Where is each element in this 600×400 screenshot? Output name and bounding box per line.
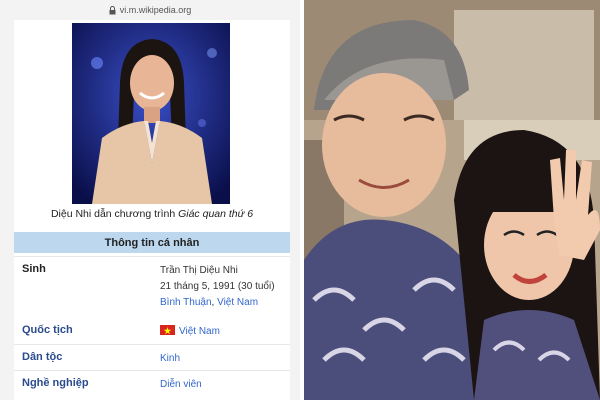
ethnicity-link[interactable]: Kinh [160,351,180,367]
image-caption: Diệu Nhi dẫn chương trình Giác quan thứ … [14,208,290,220]
birth-date: 21 tháng 5, 1991 (30 tuổi) [160,281,275,292]
birth-place-country-link[interactable]: Việt Nam [217,297,258,308]
url-text: vi.m.wikipedia.org [119,5,192,15]
row-label-born: Sinh [22,263,46,275]
wikipedia-screenshot-panel: vi.m.wikipedia.org Diệu Nhi dẫn chương t… [0,0,300,400]
birth-name: Trần Thị Diệu Nhi [160,265,238,276]
caption-text: Diệu Nhi dẫn chương trình [50,208,179,220]
nationality-link[interactable]: Việt Nam [179,326,220,337]
occupation-link[interactable]: Diễn viên [160,377,202,393]
selfie-illustration [304,0,600,400]
row-label-ethnicity[interactable]: Dân tộc [22,351,62,363]
address-bar[interactable]: vi.m.wikipedia.org [0,0,300,20]
vietnam-flag-icon [160,325,175,335]
birth-place-province-link[interactable]: Bình Thuận [160,297,212,308]
profile-photo[interactable] [72,23,230,204]
row-value-born: Trần Thị Diệu Nhi 21 tháng 5, 1991 (30 t… [160,263,275,311]
row-label-occupation[interactable]: Nghề nghiệp [22,377,89,389]
birth-place: Bình Thuận, Việt Nam [160,295,275,311]
row-label-nationality[interactable]: Quốc tịch [22,324,73,336]
infobox-row-ethnicity: Dân tộc Kinh [14,344,290,371]
lock-icon [109,5,116,14]
couple-selfie-photo [304,0,600,400]
infobox-row-occupation: Nghề nghiệp Diễn viên [14,370,290,400]
row-value-nationality: Việt Nam [160,324,220,340]
caption-show-title: Giác quan thứ 6 [178,208,254,220]
infobox-row-nationality: Quốc tịch Việt Nam [14,318,290,344]
infobox-section-header: Thông tin cá nhân [14,232,290,253]
article-page: Diệu Nhi dẫn chương trình Giác quan thứ … [14,20,290,400]
